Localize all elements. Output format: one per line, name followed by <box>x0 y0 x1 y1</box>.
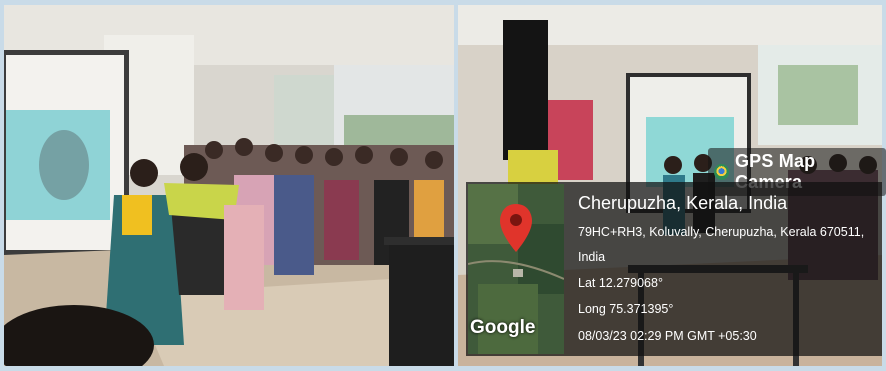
photo-left <box>4 5 454 366</box>
gps-datetime: 08/03/23 02:29 PM GMT +05:30 <box>578 329 757 343</box>
assembly-scene <box>4 5 454 366</box>
gps-country: India <box>578 250 606 264</box>
gps-address: 79HC+RH3, Koluvally, Cherupuzha, Kerala … <box>578 225 865 239</box>
gps-longitude: Long 75.371395° <box>578 302 674 316</box>
gps-latitude: Lat 12.279068° <box>578 276 663 290</box>
gps-map-camera-icon <box>714 164 729 180</box>
map-provider-logo: Google <box>470 317 536 338</box>
gps-location-title: Cherupuzha, Kerala, India <box>578 193 788 213</box>
